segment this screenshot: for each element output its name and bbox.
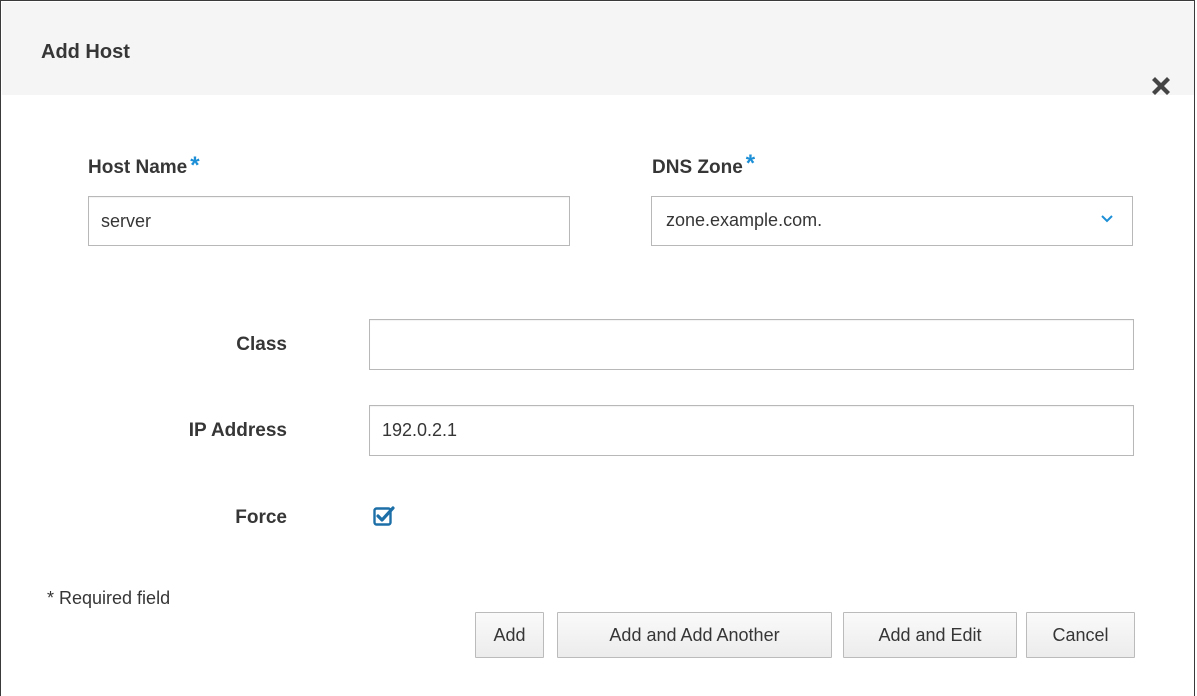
add-button[interactable]: Add: [475, 612, 544, 658]
class-input[interactable]: [369, 319, 1134, 370]
host-name-label: Host Name *: [88, 152, 200, 180]
close-icon: [1152, 77, 1170, 95]
check-icon: [373, 506, 395, 526]
required-field-note: * Required field: [47, 588, 171, 608]
add-and-edit-button[interactable]: Add and Edit: [843, 612, 1017, 658]
force-label: Force: [235, 507, 287, 528]
class-label: Class: [236, 334, 287, 355]
ip-address-input[interactable]: [369, 405, 1134, 456]
chevron-down-icon: [1101, 215, 1113, 223]
ip-address-label: IP Address: [188, 420, 287, 441]
host-name-label-text: Host Name: [88, 157, 188, 178]
dns-zone-select[interactable]: zone.example.com.: [651, 196, 1133, 246]
dialog-header: [2, 2, 1194, 95]
add-host-dialog: Add Host Host Name* DNS Zone* zone.examp…: [0, 0, 1195, 696]
host-name-required-marker: *: [190, 152, 200, 179]
dns-zone-selected-value: zone.example.com.: [666, 210, 823, 230]
close-button[interactable]: [1147, 72, 1175, 100]
cancel-button[interactable]: Cancel: [1026, 612, 1135, 658]
dns-zone-label: DNS Zone *: [652, 150, 756, 180]
add-and-add-another-button[interactable]: Add and Add Another: [557, 612, 832, 658]
dns-zone-required-marker: *: [745, 150, 756, 177]
host-name-input[interactable]: [88, 196, 570, 246]
force-checkbox[interactable]: [373, 504, 397, 528]
dialog-title: Add Host: [41, 41, 130, 63]
dns-zone-label-text: DNS Zone: [652, 157, 743, 178]
